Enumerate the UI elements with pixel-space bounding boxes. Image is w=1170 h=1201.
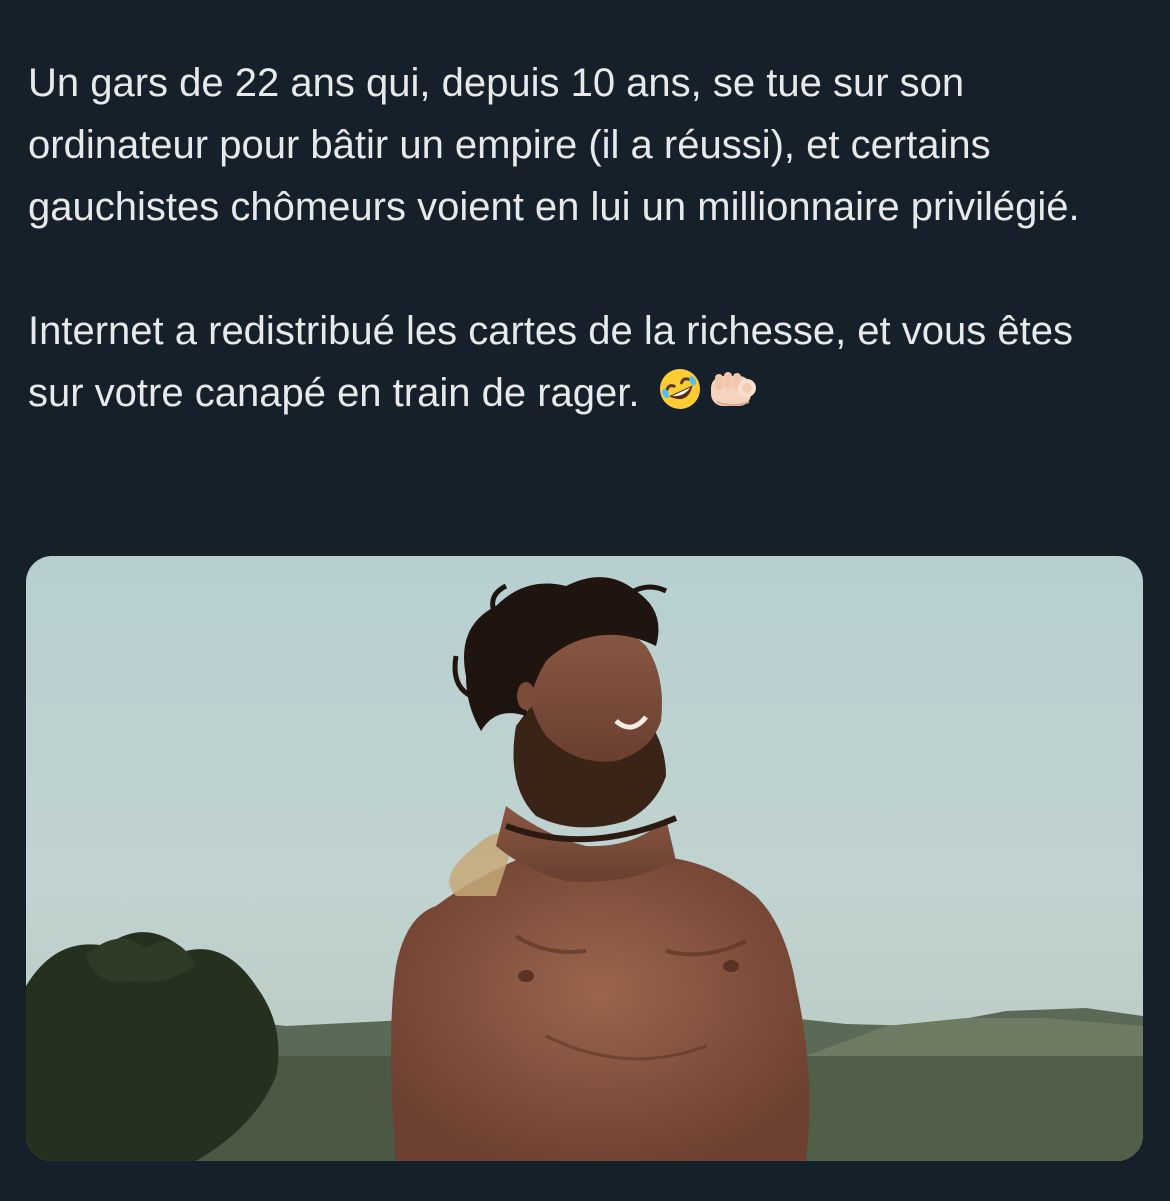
tweet-paragraph-text: Internet a redistribué les cartes de la … — [28, 309, 1073, 415]
backhand-index-pointing-at-viewer-icon — [705, 366, 763, 412]
tweet: Un gars de 22 ans qui, depuis 10 ans, se… — [0, 0, 1170, 1201]
tweet-paragraph: Internet a redistribué les cartes de la … — [28, 300, 1138, 424]
tweet-photo[interactable] — [26, 556, 1143, 1161]
tweet-text: Un gars de 22 ans qui, depuis 10 ans, se… — [28, 52, 1138, 424]
tweet-paragraph: Un gars de 22 ans qui, depuis 10 ans, se… — [28, 61, 1080, 229]
rolling-on-floor-laughing-icon — [657, 366, 703, 412]
